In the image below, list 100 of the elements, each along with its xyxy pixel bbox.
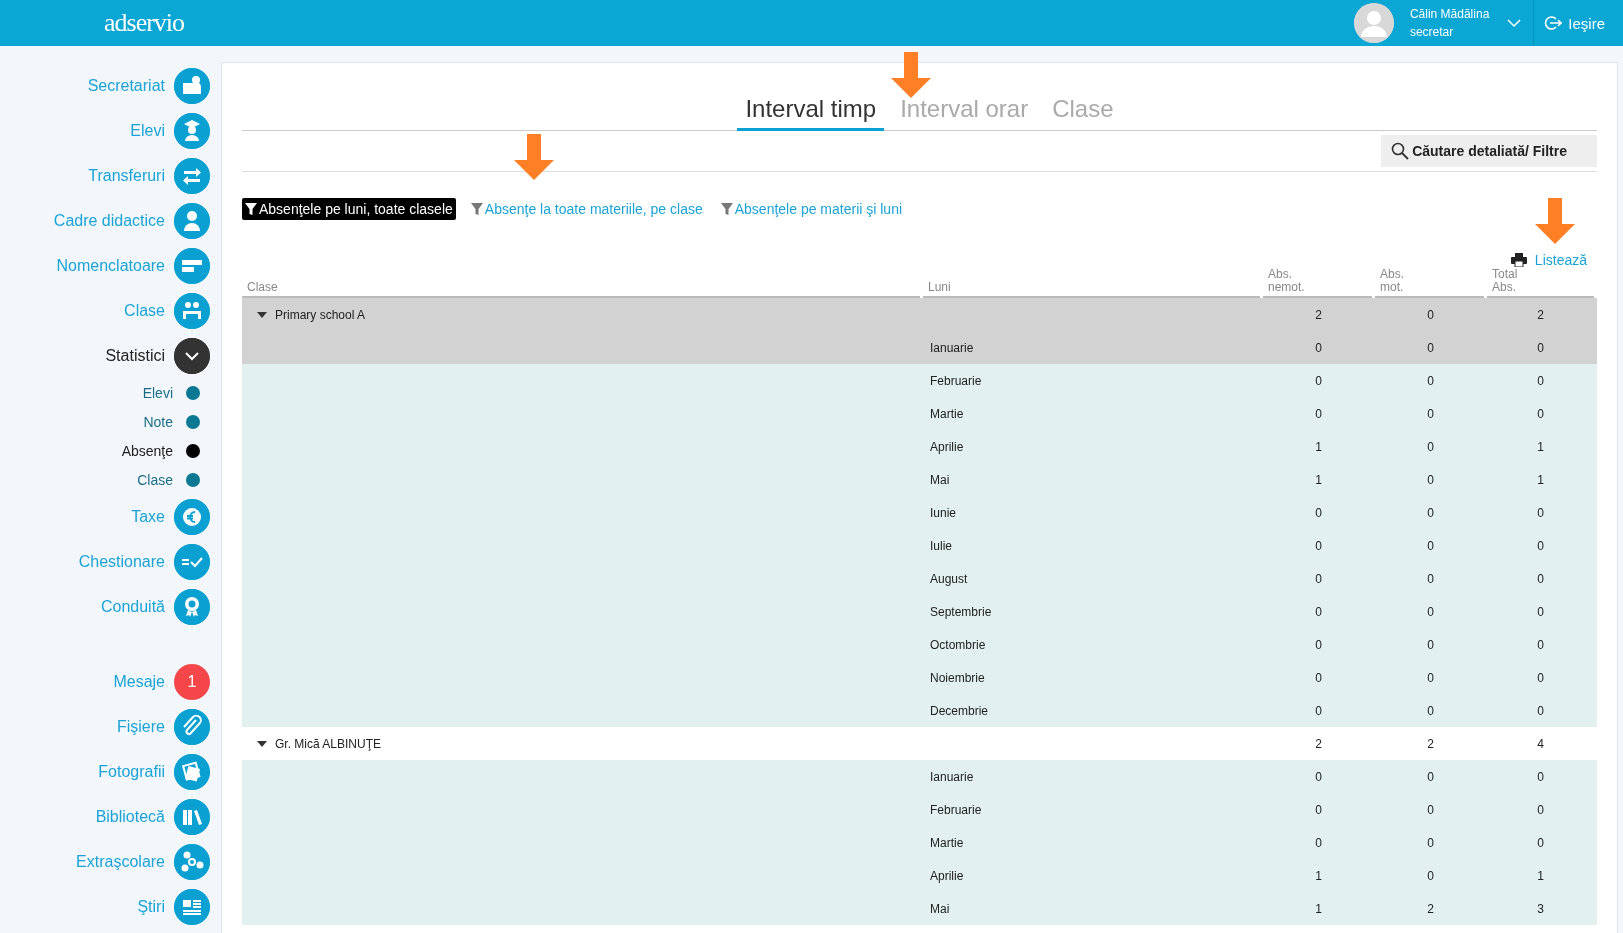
table-row[interactable]: Iulie 0 0 0 [242, 529, 1597, 562]
chevron-down-icon[interactable] [174, 337, 210, 374]
person-icon[interactable] [174, 202, 210, 239]
table-cell-text: Februarie [929, 801, 983, 819]
table-cell-text: 0 [1426, 471, 1435, 489]
books-icon[interactable] [174, 798, 210, 835]
table-cell-text: 2 [1536, 306, 1545, 324]
table-cell-text: Octombrie [929, 636, 987, 654]
table-cell-text: 0 [1314, 768, 1323, 786]
sidebar-item[interactable]: Statistici [105, 346, 165, 365]
table-cell-text: 0 [1314, 405, 1323, 423]
graduate-icon[interactable] [174, 112, 210, 149]
filter-tab[interactable]: Absenţele pe luni, toate clasele [242, 198, 456, 220]
avatar-icon[interactable] [1353, 3, 1394, 43]
filter-icon [245, 202, 257, 216]
table-row[interactable]: Septembrie 0 0 0 [242, 595, 1597, 628]
table-cell-text: 0 [1314, 372, 1323, 390]
spinner-icon[interactable] [174, 843, 210, 880]
table-row[interactable]: Noiembrie 0 0 0 [242, 661, 1597, 694]
table-row[interactable]: Primary school A 2 0 2 [242, 298, 1597, 331]
table-row[interactable]: Mai 1 0 1 [242, 463, 1597, 496]
euro-icon[interactable] [174, 498, 210, 535]
table-cell-text: Ianuarie [929, 768, 975, 786]
table-cell-text: 0 [1426, 372, 1435, 390]
table-cell-text: 0 [1426, 339, 1435, 357]
table-cell-text: 0 [1536, 372, 1545, 390]
table-row[interactable]: Octombrie 0 0 0 [242, 628, 1597, 661]
table-cell-text: 0 [1314, 669, 1323, 687]
table-row[interactable]: Ianuarie 0 0 0 [242, 760, 1597, 793]
logout-icon [1544, 16, 1563, 30]
newspaper-icon[interactable] [174, 888, 210, 925]
table-row[interactable]: Ianuarie 0 0 0 [242, 331, 1597, 364]
table-cell-text: 0 [1314, 339, 1323, 357]
table-row[interactable]: Februarie 0 0 0 [242, 364, 1597, 397]
table-row[interactable]: Iunie 0 0 0 [242, 496, 1597, 529]
table-cell-text: Iunie [929, 504, 958, 522]
photos-icon[interactable] [174, 753, 210, 790]
table-cell-text: 1 [1536, 867, 1545, 885]
table-cell[interactable]: Primary school A [242, 298, 923, 331]
table-row[interactable]: Martie 0 0 0 [242, 397, 1597, 430]
table-cell-text: 1 [1536, 438, 1545, 456]
table-cell[interactable]: Gr. Mică ALBINUŢE [242, 727, 923, 760]
table-cell-text: 0 [1536, 504, 1545, 522]
table-cell-text: Martie [929, 834, 965, 852]
table-cell-text: 1 [1314, 438, 1323, 456]
table-cell-text: 0 [1314, 603, 1323, 621]
notification-badge: 1 [174, 663, 210, 700]
table-row[interactable]: Decembrie 0 0 0 [242, 694, 1597, 727]
search-icon [1391, 142, 1410, 160]
table-row[interactable]: August 0 0 0 [242, 562, 1597, 595]
table-cell-text: Iulie [929, 537, 953, 555]
printer-icon [1510, 253, 1527, 267]
table-cell-text: Aprilie [929, 867, 965, 885]
sidebar-subitem[interactable]: Absenţe [121, 442, 173, 459]
table-cell-text: 3 [1536, 900, 1545, 918]
sidebar-subitem[interactable]: Clase [137, 471, 173, 488]
table-cell-text: Februarie [929, 372, 983, 390]
table-cell-text: 4 [1536, 735, 1545, 753]
swap-arrows-icon[interactable] [174, 157, 210, 194]
table-cell-text: Noiembrie [929, 669, 986, 687]
table-row[interactable]: Aprilie 1 0 1 [242, 859, 1597, 892]
down-arrow-icon [891, 52, 931, 98]
table-cell-text: Mai [929, 471, 951, 489]
table-cell-text: 0 [1536, 801, 1545, 819]
table-cell-text: Decembrie [929, 702, 990, 720]
table-row[interactable]: Martie 0 0 0 [242, 826, 1597, 859]
table-cell-text: Ianuarie [929, 339, 975, 357]
filter-icon [720, 202, 733, 216]
table-cell-text: 0 [1536, 405, 1545, 423]
checkmark-icon[interactable] [174, 543, 210, 580]
class-name: Gr. Mică ALBINUŢE [275, 736, 382, 751]
table-cell-text: 1 [1314, 900, 1323, 918]
tab[interactable]: Interval timp [737, 95, 885, 131]
group-icon[interactable] [174, 292, 210, 329]
class-name: Primary school A [275, 307, 366, 322]
table-cell-text: 0 [1314, 834, 1323, 852]
table-row[interactable]: Februarie 0 0 0 [242, 793, 1597, 826]
sidebar-subitem[interactable]: Elevi [142, 384, 173, 401]
table-cell-text: 0 [1314, 537, 1323, 555]
table-row[interactable]: Aprilie 1 0 1 [242, 430, 1597, 463]
table-cell-text: 0 [1536, 768, 1545, 786]
table-cell-text: 0 [1536, 669, 1545, 687]
document-person-icon[interactable] [174, 67, 210, 104]
paperclip-icon[interactable] [174, 708, 210, 745]
table-cell-text: 0 [1314, 636, 1323, 654]
table-cell-text: 0 [1536, 537, 1545, 555]
table-cell-text: 1 [1314, 471, 1323, 489]
bars-icon[interactable] [174, 247, 210, 284]
table-cell-text: August [929, 570, 969, 588]
search-button[interactable]: Căutare detaliată/ Filtre [1381, 135, 1597, 167]
table-cell-text: Martie [929, 405, 965, 423]
table-cell-text: 0 [1426, 537, 1435, 555]
table-cell-text: 0 [1426, 405, 1435, 423]
caret-icon[interactable] [257, 309, 267, 320]
table-row[interactable]: Mai 1 2 3 [242, 892, 1597, 925]
table-cell-text: 0 [1314, 504, 1323, 522]
sidebar-subitem[interactable]: Note [143, 413, 173, 430]
caret-icon[interactable] [257, 738, 267, 749]
rosette-icon[interactable] [174, 588, 210, 625]
table-cell-text: 0 [1426, 702, 1435, 720]
